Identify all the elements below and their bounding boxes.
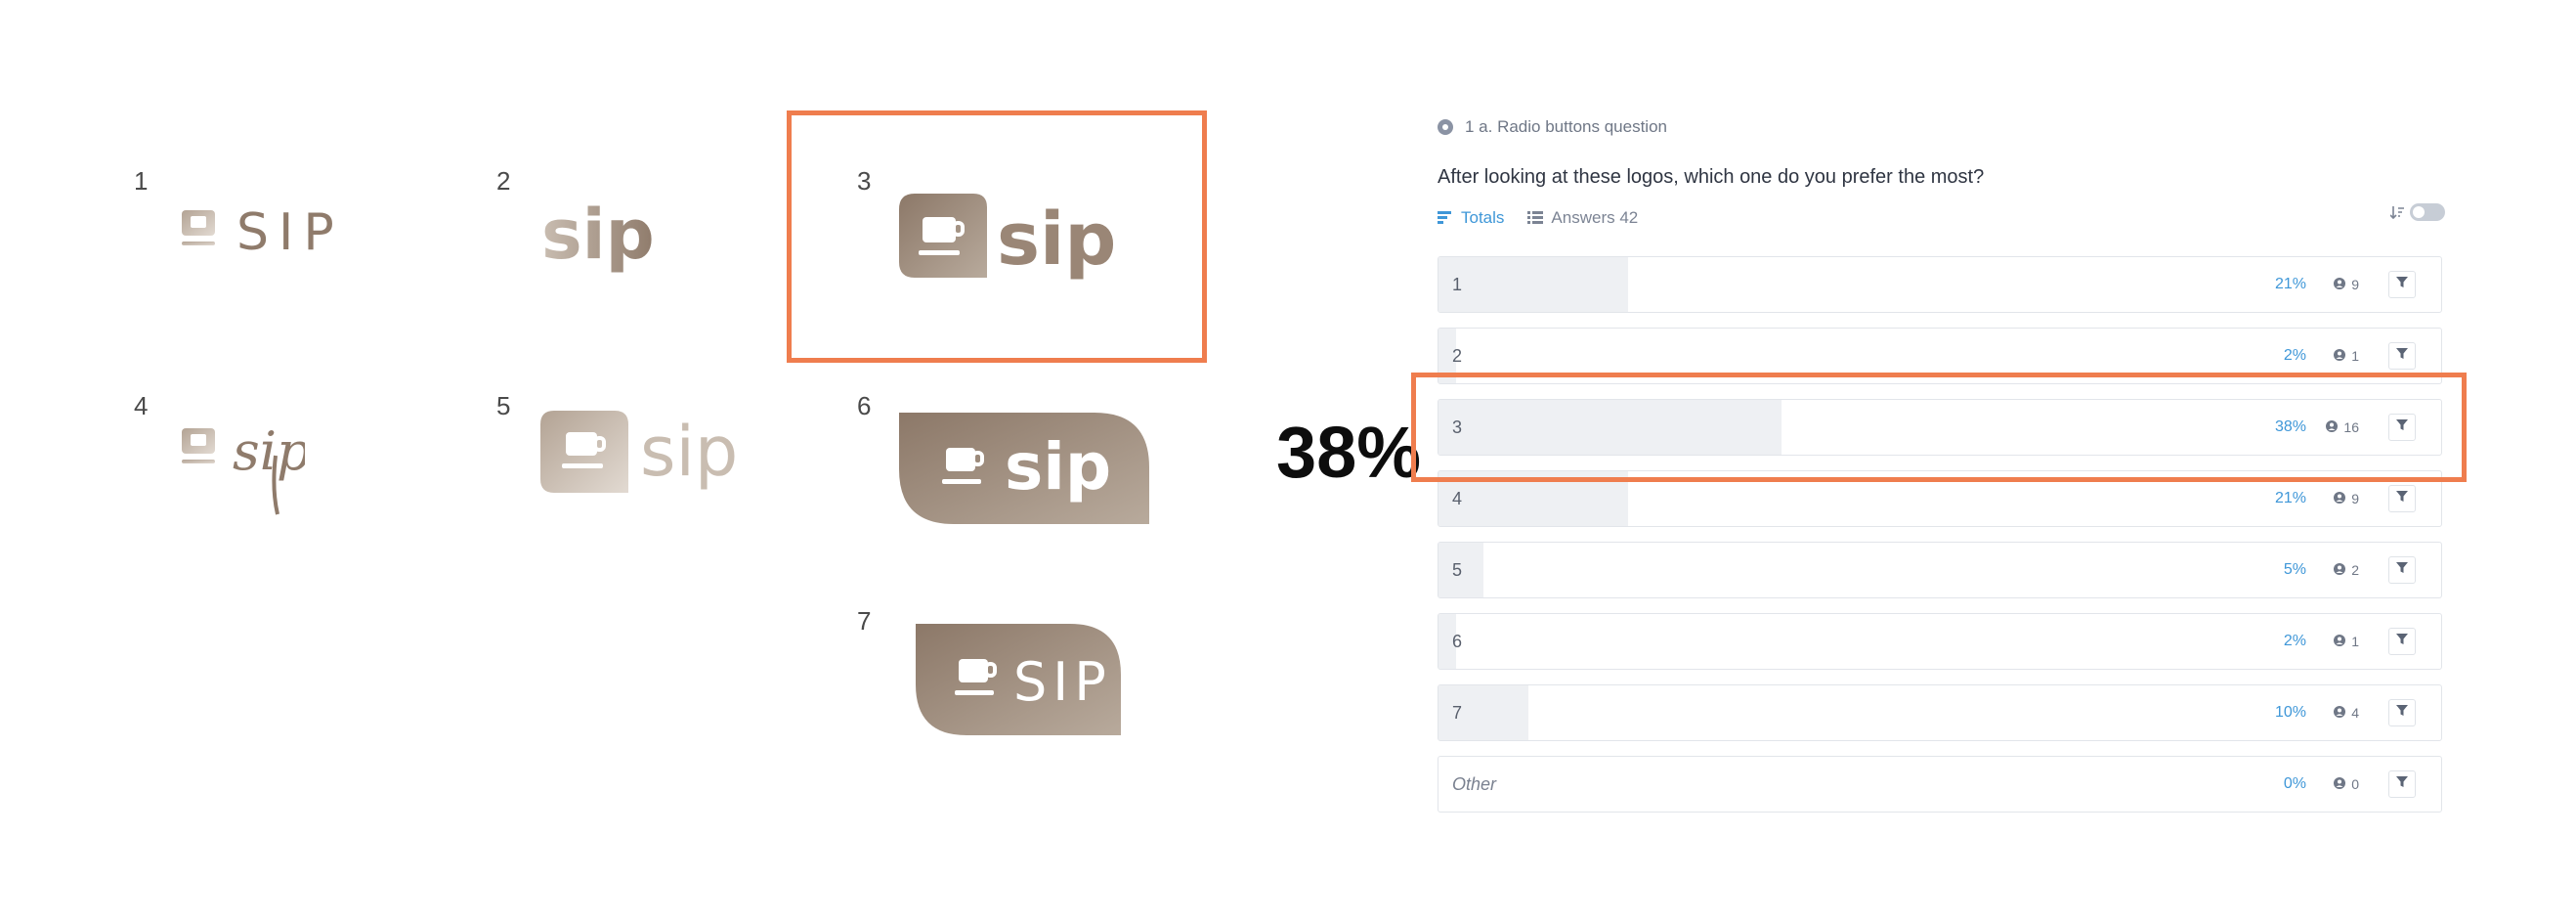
result-count-value: 9 [2351,277,2359,292]
logo-wordmark: sip [541,195,655,275]
selected-row-highlight [1411,373,2467,482]
filter-icon [2396,490,2408,507]
result-count-value: 1 [2351,634,2359,649]
variant-number: 7 [857,606,872,636]
selected-variant-highlight [787,110,1207,363]
filter-button[interactable] [2388,342,2416,370]
result-count: 2 [2334,543,2359,597]
filter-button[interactable] [2388,628,2416,655]
filter-button[interactable] [2388,770,2416,798]
filter-button[interactable] [2388,699,2416,726]
question-title: After looking at these logos, which one … [1438,166,1985,188]
user-icon [2334,543,2346,597]
radio-question-icon [1438,119,1453,135]
cup-icon [182,210,215,245]
result-percent: 0% [2283,775,2306,792]
tab-answers-label: Answers 42 [1551,208,1639,227]
result-count-value: 2 [2351,562,2359,578]
result-callout: 38% [1276,412,1422,493]
user-icon [2334,614,2346,669]
logo-variant-5: sip [540,411,736,493]
result-bar [1438,257,1629,312]
variant-number: 6 [857,391,872,420]
variant-number: 1 [134,166,149,196]
filter-icon [2396,633,2408,650]
filter-icon [2396,704,2408,722]
logo-wordmark: SIP [1013,651,1112,713]
result-count: 0 [2334,757,2359,812]
results-list: 1 21% 9 2 2% 1 3 38% 16 4 21% 9 5 5% 2 6… [1438,256,2442,827]
cup-icon [182,428,215,463]
sort-toggle[interactable] [2410,203,2445,221]
bars-icon [1438,211,1451,224]
result-count: 1 [2334,614,2359,669]
user-icon [2334,757,2346,812]
user-icon [2334,257,2346,312]
list-icon [1527,211,1544,224]
result-label: 7 [1452,703,1463,723]
result-count: 9 [2334,257,2359,312]
result-row[interactable]: 6 2% 1 [1438,613,2442,670]
tab-totals-label: Totals [1461,208,1505,227]
logo-wordmark: sip [640,412,736,492]
filter-icon [2396,775,2408,793]
filter-button[interactable] [2388,485,2416,512]
result-count-value: 4 [2351,705,2359,721]
logo-wordmark: SIP [236,203,334,259]
variant-number: 2 [496,166,511,196]
variant-number: 4 [134,391,149,420]
user-icon [2334,685,2346,740]
tab-answers[interactable]: Answers 42 [1527,208,1638,228]
logo-variant-7: SIP [916,624,1121,735]
question-meta-label: 1 a. Radio buttons question [1465,117,1667,136]
filter-button[interactable] [2388,556,2416,584]
filter-icon [2396,347,2408,365]
result-label: 5 [1452,560,1463,580]
filter-button[interactable] [2388,271,2416,298]
result-label: Other [1452,774,1497,794]
result-row[interactable]: 7 10% 4 [1438,684,2442,741]
result-label: 1 [1452,275,1463,294]
logo-variant-1: SIP [182,203,334,259]
result-row[interactable]: 5 5% 2 [1438,542,2442,598]
logo-wordmark: sip [1005,429,1111,505]
result-label: 6 [1452,632,1463,651]
logo-wordmark: sip [233,420,305,482]
filter-icon [2396,276,2408,293]
result-row-other[interactable]: Other 0% 0 [1438,756,2442,813]
result-percent: 21% [2274,276,2306,292]
filter-icon [2396,561,2408,579]
logo-variant-4: sip [182,420,305,515]
sort-toggle-area [2390,203,2445,221]
result-count: 4 [2334,685,2359,740]
logo-variant-2: sip [541,195,655,275]
question-meta: 1 a. Radio buttons question [1438,117,1667,137]
result-row[interactable]: 1 21% 9 [1438,256,2442,313]
tab-totals[interactable]: Totals [1438,208,1504,228]
result-percent: 5% [2283,561,2306,578]
result-count-value: 0 [2351,776,2359,792]
results-tabs: Totals Answers 42 [1438,208,1638,228]
result-percent: 10% [2274,704,2306,721]
sort-icon [2390,206,2404,219]
result-percent: 2% [2283,633,2306,649]
variant-number: 5 [496,391,511,420]
logo-variant-6: sip [899,413,1149,524]
